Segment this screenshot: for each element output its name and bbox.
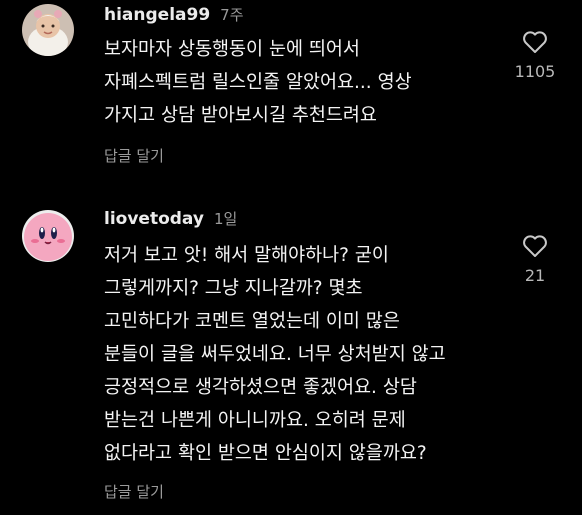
comment-line: 가지고 상담 받아보시길 추천드려요 xyxy=(104,105,377,126)
avatar-kirby-image xyxy=(22,210,74,262)
reply-button[interactable]: 답글 달기 xyxy=(104,145,164,166)
avatar[interactable] xyxy=(22,210,74,262)
comment-line: 그렇게까지? 그냥 지나갈까? 몇초 xyxy=(104,278,363,299)
username[interactable]: hiangela99 xyxy=(104,5,210,25)
avatar-baby-image xyxy=(22,4,74,56)
comment-line: 보자마자 상동행동이 눈에 띄어서 xyxy=(104,39,360,60)
comment-text: 저거 보고 앗! 해서 말해야하나? 굳이 그렇게까지? 그냥 지나갈까? 몇초… xyxy=(104,239,504,470)
timestamp: 7주 xyxy=(220,6,244,24)
like-button[interactable]: 1105 xyxy=(510,30,560,81)
comment-line: 분들이 글을 써두었네요. 너무 상처받지 않고 xyxy=(104,344,446,365)
like-button[interactable]: 21 xyxy=(510,234,560,285)
heart-outline-icon xyxy=(523,31,547,53)
reply-button[interactable]: 답글 달기 xyxy=(104,481,164,502)
username[interactable]: liovetoday xyxy=(104,209,204,229)
comment-header: hiangela99 7주 xyxy=(104,4,244,25)
comment-item: hiangela99 7주 보자마자 상동행동이 눈에 띄어서 자폐스펙트럼 릴… xyxy=(0,0,582,190)
like-count: 21 xyxy=(524,266,546,285)
comment-line: 저거 보고 앗! 해서 말해야하나? 굳이 xyxy=(104,245,389,266)
comment-line: 없다라고 확인 받으면 안심이지 않을까요? xyxy=(104,443,427,464)
comment-item: liovetoday 1일 저거 보고 앗! 해서 말해야하나? 굳이 그렇게까… xyxy=(0,200,582,515)
comment-line: 자폐스펙트럼 릴스인줄 알았어요... 영상 xyxy=(104,72,412,93)
comment-line: 고민하다가 코멘트 열었는데 이미 많은 xyxy=(104,311,400,332)
heart-outline-icon xyxy=(523,235,547,257)
comment-line: 받는건 나쁜게 아니니까요. 오히려 문제 xyxy=(104,410,406,431)
avatar[interactable] xyxy=(22,4,74,56)
comment-text: 보자마자 상동행동이 눈에 띄어서 자폐스펙트럼 릴스인줄 알았어요... 영상… xyxy=(104,33,504,132)
timestamp: 1일 xyxy=(213,210,238,228)
like-count: 1105 xyxy=(514,62,556,81)
comment-line: 긍정적으로 생각하셨으면 좋겠어요. 상담 xyxy=(104,377,417,398)
comment-header: liovetoday 1일 xyxy=(104,208,237,229)
